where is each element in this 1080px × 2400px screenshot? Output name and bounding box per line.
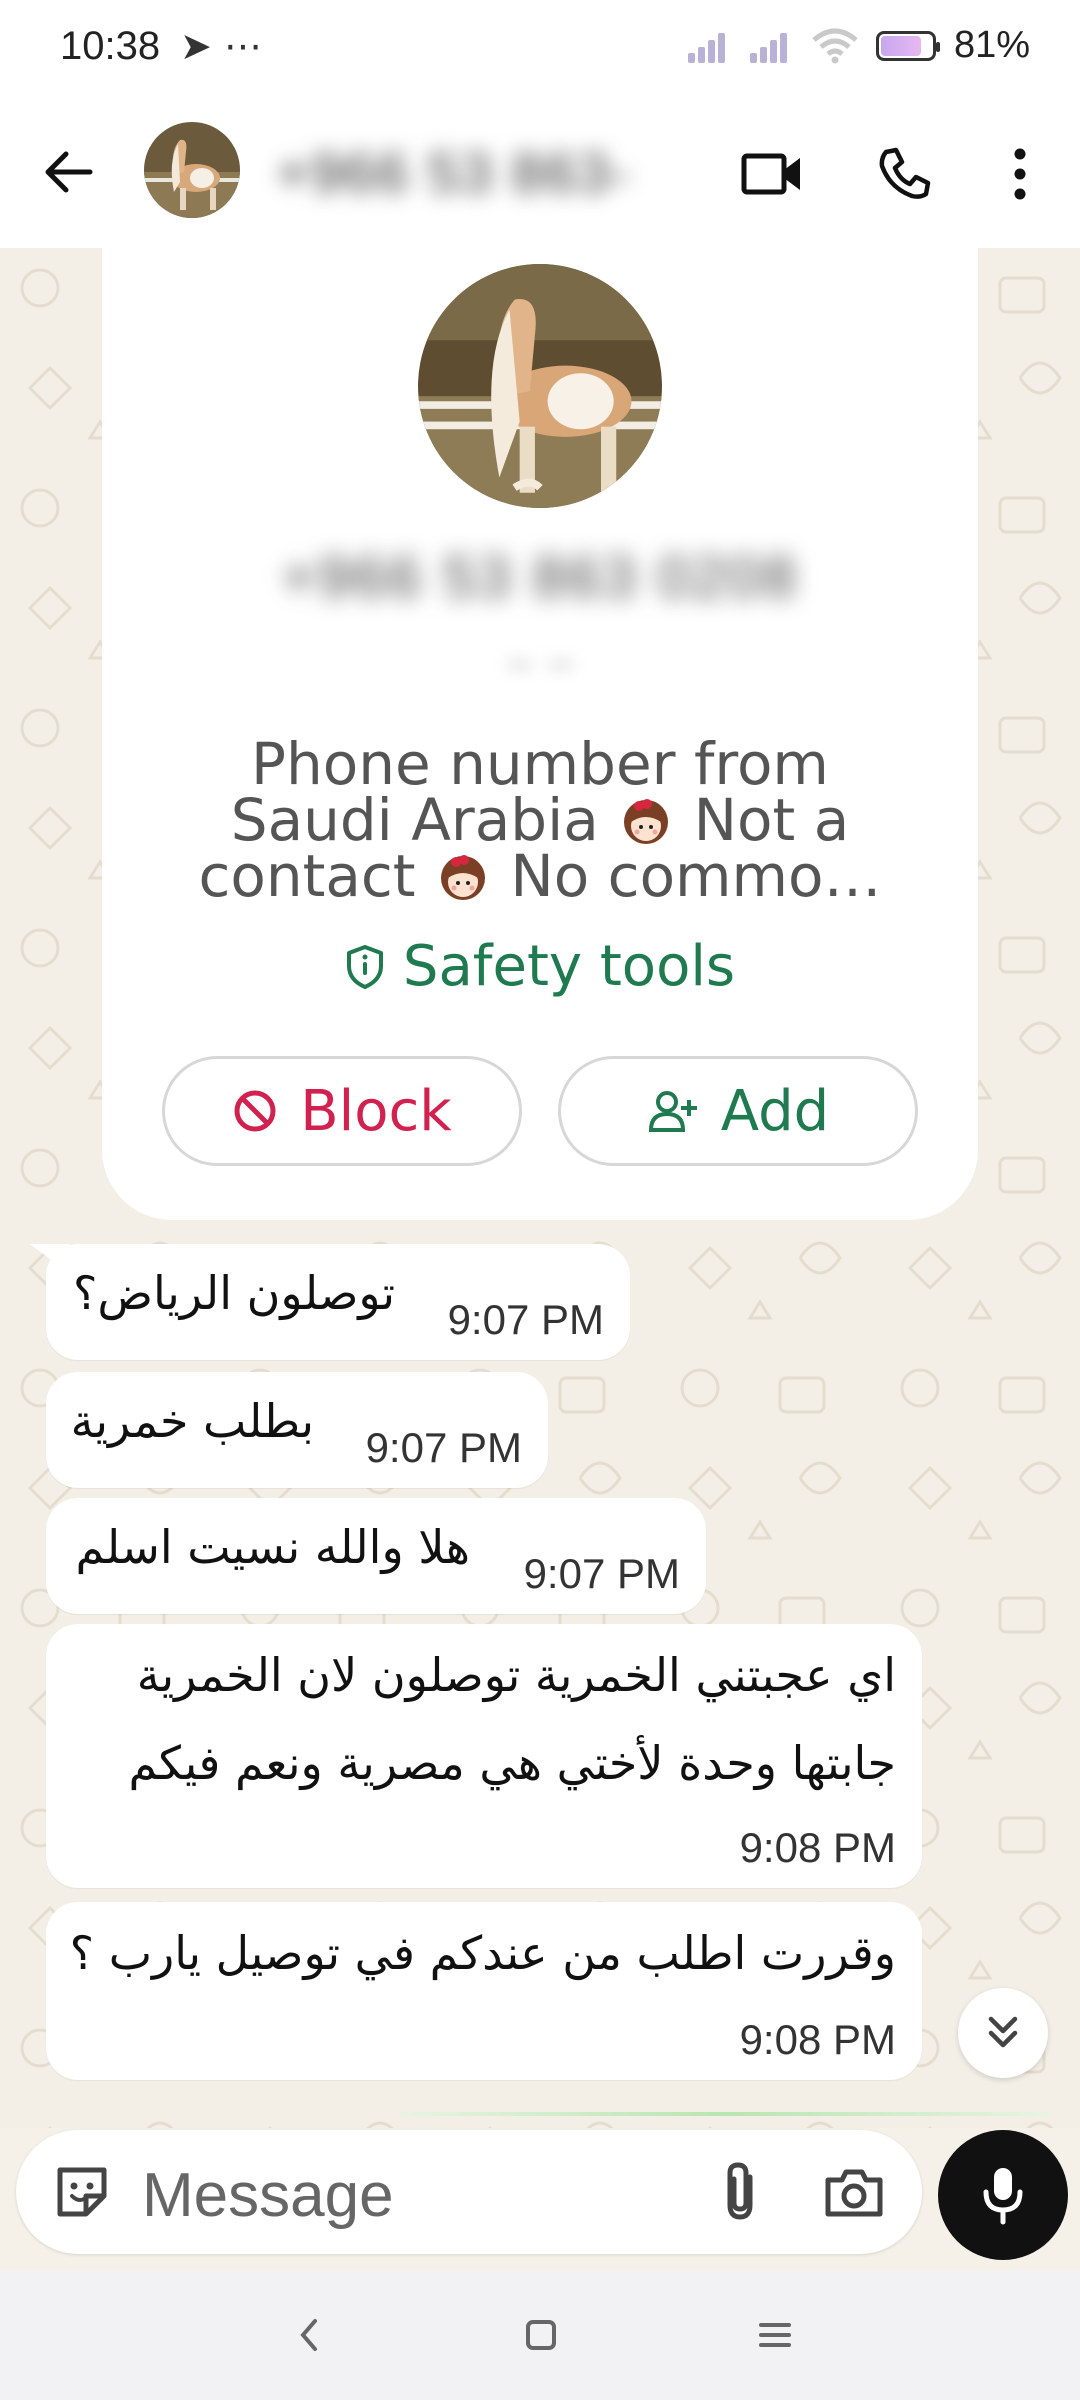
info-line-2: Saudi Arabia Not a <box>230 786 850 854</box>
wifi-icon <box>812 28 858 63</box>
message-text-line-1: اي عجبتني الخمرية توصلون لان الخمرية <box>136 1648 896 1702</box>
sticker-button[interactable] <box>44 2154 120 2230</box>
video-call-icon <box>741 153 800 195</box>
safety-tools-label: Safety tools <box>402 934 736 999</box>
contact-avatar-large[interactable] <box>418 264 662 508</box>
contact-avatar[interactable] <box>144 122 240 218</box>
message-input[interactable] <box>142 2160 682 2231</box>
info-line-3: contact No commo… <box>198 842 882 910</box>
block-icon <box>234 1090 276 1132</box>
status-time: 10:38 <box>60 24 161 68</box>
incoming-message[interactable]: توصلون الرياض؟ 9:07 PM <box>46 1244 630 1360</box>
camera-icon <box>825 2169 883 2217</box>
status-notification-icons: ➤ ⋯ <box>180 24 262 68</box>
info-line-1: Phone number from <box>251 730 829 798</box>
message-text: بطلب خمرية <box>70 1394 314 1448</box>
shield-icon <box>346 944 383 989</box>
message-composer <box>16 2130 922 2254</box>
attach-button[interactable] <box>702 2154 778 2230</box>
add-person-icon <box>648 1091 697 1132</box>
sticker-icon <box>57 2167 107 2217</box>
progress-line <box>400 2112 1050 2116</box>
chat-area[interactable]: +966 53 863 0208 ~ ~ Phone number from S… <box>0 248 1080 2128</box>
status-right-group: 81% <box>687 24 1030 67</box>
contact-name[interactable]: +966 53 863- <box>276 140 632 205</box>
status-bar: 10:38 ➤ ⋯ 81% <box>0 0 1080 100</box>
girl-emoji-icon <box>624 799 669 844</box>
add-contact-button[interactable]: Add <box>558 1056 918 1166</box>
block-label: Block <box>300 1078 452 1144</box>
voice-message-button[interactable] <box>938 2130 1068 2260</box>
contact-subtitle: ~ ~ <box>504 644 576 685</box>
horse-photo-icon <box>418 264 662 508</box>
incoming-message[interactable]: وقررت اطلب من عندكم في توصيل يارب ؟ 9:08… <box>46 1902 922 2080</box>
message-time: 9:08 PM <box>739 2016 896 2063</box>
phone-icon <box>879 147 931 199</box>
video-call-button[interactable] <box>734 136 810 212</box>
horse-photo-icon <box>144 122 240 218</box>
signal-icon <box>687 29 732 63</box>
message-text-line-2: جابتها وحدة لأختي هي مصرية ونعم فيكم <box>128 1736 896 1790</box>
camera-button[interactable] <box>816 2154 892 2230</box>
message-text: وقررت اطلب من عندكم في توصيل يارب ؟ <box>69 1926 896 1980</box>
paperclip-icon <box>727 2162 753 2220</box>
chat-header: +966 53 863- <box>0 100 1080 248</box>
nav-recents-button[interactable] <box>740 2300 810 2370</box>
block-button[interactable]: Block <box>162 1056 522 1166</box>
add-label: Add <box>720 1078 830 1144</box>
back-button[interactable] <box>36 140 100 204</box>
message-time: 9:08 PM <box>739 1824 896 1871</box>
contact-number: +966 53 863 0208 <box>281 545 799 610</box>
incoming-message[interactable]: بطلب خمرية 9:07 PM <box>46 1372 548 1488</box>
battery-icon <box>875 30 940 61</box>
battery-percent: 81% <box>953 24 1030 66</box>
more-options-button[interactable] <box>982 136 1058 212</box>
voice-call-button[interactable] <box>866 136 942 212</box>
microphone-icon <box>983 2168 1023 2225</box>
nav-home-button[interactable] <box>506 2300 576 2370</box>
system-navigation-bar <box>0 2270 1080 2400</box>
message-time: 9:07 PM <box>365 1424 522 1471</box>
double-chevron-down-icon <box>988 2016 1018 2048</box>
back-arrow-icon <box>45 151 93 193</box>
girl-emoji-icon <box>440 855 485 900</box>
scroll-to-bottom-button[interactable] <box>958 1988 1048 2078</box>
more-vert-icon <box>1014 148 1026 200</box>
contact-info-card: +966 53 863 0208 ~ ~ Phone number from S… <box>102 248 978 1220</box>
safety-tools-link[interactable]: Safety tools <box>102 934 978 999</box>
message-time: 9:07 PM <box>447 1296 604 1343</box>
message-text: توصلون الرياض؟ <box>72 1266 395 1320</box>
message-time: 9:07 PM <box>523 1550 680 1597</box>
signal-icon <box>749 29 794 63</box>
nav-back-icon <box>300 2319 317 2351</box>
nav-menu-icon <box>759 2323 791 2347</box>
nav-home-icon <box>526 2320 556 2350</box>
nav-back-button[interactable] <box>274 2300 344 2370</box>
message-text: هلا والله نسيت اسلم <box>75 1520 470 1574</box>
contact-actions: Block Add <box>162 1056 918 1166</box>
contact-info-text: Phone number from Saudi Arabia Not a con… <box>162 730 918 910</box>
incoming-message[interactable]: هلا والله نسيت اسلم 9:07 PM <box>46 1498 706 1614</box>
incoming-message[interactable]: اي عجبتني الخمرية توصلون لان الخمرية جاب… <box>46 1624 922 1888</box>
